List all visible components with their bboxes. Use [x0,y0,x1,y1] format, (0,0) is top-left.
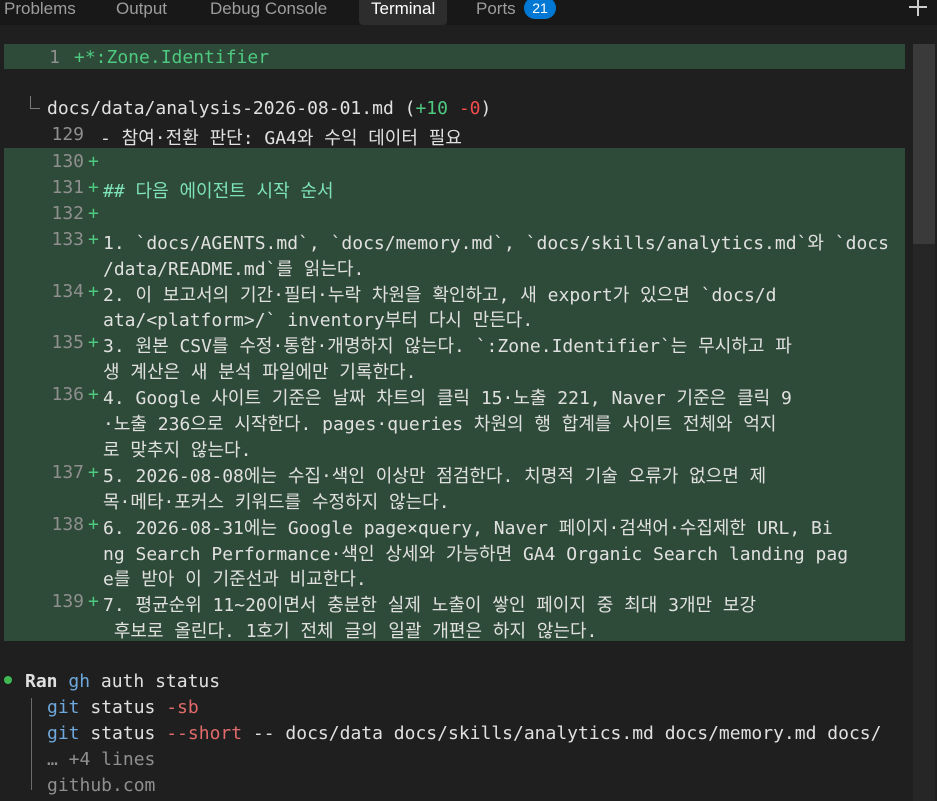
tree-corner-icon [30,96,40,109]
panel-tab-bar: Problems Output Debug Console Terminal P… [0,0,937,25]
diff-line-1: 1 +*:Zone.Identifier [4,44,905,69]
tab-terminal[interactable]: Terminal [359,0,448,25]
line-number: 134 [51,280,84,302]
diff-plus-marker: + [88,513,99,535]
diff-line-text: ata/<platform>/` inventory부터 다시 만든다. [103,310,534,332]
diff-line-text: 5. 2026-08-08에는 수집·색인 이상만 점검한다. 치명적 기술 오… [103,465,767,487]
diff-context-line: 129 - 참여·전환 판단: GA4와 수익 데이터 필요 [4,124,905,149]
line-number: 136 [51,384,84,406]
diff-plus-marker: + [88,280,99,302]
diff-text: +*:Zone.Identifier [74,47,270,68]
status-dot-icon [4,676,12,684]
output-tree-line [31,698,32,790]
diff-line-text: 목·메타·포커스 키워드를 수정하지 않는다. [103,491,450,513]
diff-line-text: e를 받아 이 기준선과 비교한다. [103,569,367,591]
diff-plus-marker: + [88,202,99,224]
diff-line-text: 4. Google 사이트 기준은 날짜 차트의 클릭 15·노출 221, N… [103,388,792,410]
diff-plus-marker: + [88,151,99,172]
output-github-host: github.com [47,775,156,796]
diff-line-text: /data/README.md`를 읽는다. [103,258,365,280]
diff-plus-marker: + [88,332,99,354]
tab-output[interactable]: Output [116,0,167,25]
line-number: 137 [51,461,84,483]
terminal-scrollbar-thumb[interactable] [913,44,935,244]
line-number: 131 [51,176,84,198]
line-number: 132 [51,202,84,224]
diff-line-text: ## 다음 에이전트 시작 순서 [103,180,334,202]
tab-debug-console[interactable]: Debug Console [210,0,327,25]
new-terminal-plus-icon[interactable] [907,0,929,18]
line-number: 1 [49,47,60,68]
diff-plus-marker: + [88,228,99,250]
diff-line-text: 로 맞추지 않는다. [103,439,252,461]
diff-plus-marker: + [88,461,99,483]
line-number: 133 [51,228,84,250]
diff-line-text: 후보로 올린다. 1호기 전체 글의 일괄 개편은 하지 않는다. [103,621,598,643]
line-number: 129 [51,124,84,145]
command-git-status-short: git status --short -- docs/data docs/ski… [47,723,882,744]
removed-count: -0 [458,98,481,119]
diff-line-text: ·노출 236으로 시작한다. pages·queries 차원의 행 합계를 … [103,414,777,435]
diff-plus-marker: + [88,384,99,406]
line-number: 135 [51,332,84,354]
tab-ports[interactable]: Ports [476,0,516,25]
diff-line-text: 2. 이 보고서의 기간·필터·누락 차원을 확인하고, 새 export가 있… [103,284,777,306]
file-path: docs/data/analysis-2026-08-01.md [47,98,394,119]
line-number: 130 [51,151,84,172]
more-lines-indicator[interactable]: … +4 lines [47,749,155,770]
line-number: 138 [51,513,84,535]
diff-line-text: 6. 2026-08-31에는 Google page×query, Naver… [103,517,833,539]
diff-line-text: 7. 평균순위 11~20이면서 충분한 실제 노출이 쌓인 페이지 중 최대 … [103,595,757,617]
line-number: 139 [51,591,84,613]
diff-file-header: docs/data/analysis-2026-08-01.md (+10 -0… [47,98,492,119]
diff-line-text: ng Search Performance·색인 상세와 가능하면 GA4 Or… [103,543,849,565]
ran-command-line: Ran gh auth status [25,671,221,692]
tab-problems[interactable]: Problems [4,0,76,25]
diff-plus-marker: + [88,176,99,198]
diff-line-text: 3. 원본 CSV를 수정·통합·개명하지 않는다. `:Zone.Identi… [103,336,792,358]
diff-plus-marker: + [88,591,99,613]
added-count: +10 [415,98,448,119]
diff-line-text: 생 계산은 새 분석 파일에만 기록한다. [103,362,417,384]
ports-count-badge: 21 [524,0,556,19]
diff-line-text: 1. `docs/AGENTS.md`, `docs/memory.md`, `… [103,232,889,254]
line-text: - 참여·전환 판단: GA4와 수익 데이터 필요 [100,128,462,149]
added-lines-block: 130 +131 + ## 다음 에이전트 시작 순서 132 +133 +1. `docs… [4,148,905,643]
command-git-status-sb: git status -sb [47,697,199,718]
